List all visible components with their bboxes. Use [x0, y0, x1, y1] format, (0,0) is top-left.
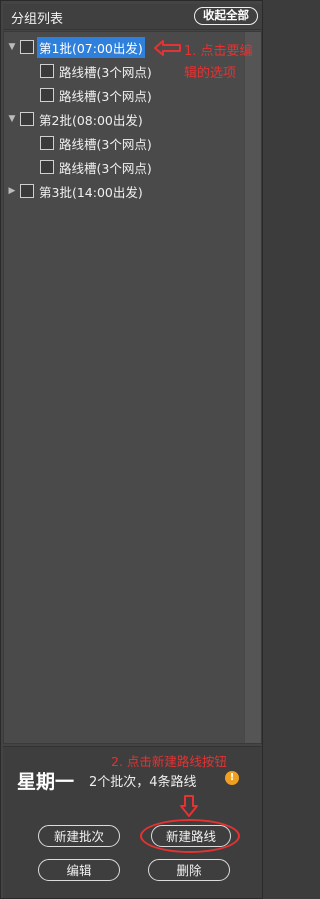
expand-toggle-icon[interactable]: ▶	[7, 186, 17, 196]
expand-toggle-icon[interactable]: ▼	[7, 114, 17, 124]
annotation-down-arrow-icon	[180, 795, 198, 817]
weekday-title: 星期一	[17, 771, 75, 793]
route-label[interactable]: 路线槽(3个网点)	[57, 157, 154, 178]
batch1-label[interactable]: 第1批(07:00出发)	[37, 36, 145, 58]
tree-node-batch2-route1[interactable]: 路线槽(3个网点)	[40, 132, 154, 154]
annotation-left-arrow-icon	[154, 40, 181, 56]
route-checkbox[interactable]	[40, 64, 54, 78]
day-summary-panel: 2. 点击新建路线按钮 星期一 2个批次，4条路线 ! 新建批次 新建路线 编辑…	[3, 746, 262, 898]
expand-toggle-icon[interactable]: ▼	[7, 42, 17, 52]
batch2-checkbox[interactable]	[20, 112, 34, 126]
info-icon[interactable]: !	[225, 771, 239, 785]
panel-title: 分组列表	[11, 12, 64, 27]
route-checkbox[interactable]	[40, 160, 54, 174]
tree-node-batch2[interactable]: ▼ 第2批(08:00出发)	[7, 108, 145, 130]
new-route-button[interactable]: 新建路线	[151, 825, 231, 847]
annotation-step1: 1. 点击要编辑的选项	[184, 44, 253, 81]
tree-node-batch1-route1[interactable]: 路线槽(3个网点)	[40, 60, 154, 82]
batch2-label[interactable]: 第2批(08:00出发)	[37, 109, 145, 130]
tree-node-batch1[interactable]: ▼ 第1批(07:00出发)	[7, 36, 145, 58]
route-label[interactable]: 路线槽(3个网点)	[57, 61, 154, 82]
route-label[interactable]: 路线槽(3个网点)	[57, 133, 154, 154]
collapse-all-button[interactable]: 收起全部	[194, 7, 258, 25]
delete-button[interactable]: 删除	[148, 859, 230, 881]
tree-node-batch1-route2[interactable]: 路线槽(3个网点)	[40, 84, 154, 106]
group-tree: ▼ 第1批(07:00出发) 路线槽(3个网点) 路线槽(3个网点) ▼ 第2批…	[3, 31, 262, 744]
edit-button[interactable]: 编辑	[38, 859, 120, 881]
batch1-checkbox[interactable]	[20, 40, 34, 54]
route-label[interactable]: 路线槽(3个网点)	[57, 85, 154, 106]
annotation-step2: 2. 点击新建路线按钮	[111, 754, 227, 769]
batch3-label[interactable]: 第3批(14:00出发)	[37, 181, 145, 202]
route-checkbox[interactable]	[40, 88, 54, 102]
tree-node-batch3[interactable]: ▶ 第3批(14:00出发)	[7, 180, 145, 202]
route-checkbox[interactable]	[40, 136, 54, 150]
batch3-checkbox[interactable]	[20, 184, 34, 198]
new-batch-button[interactable]: 新建批次	[38, 825, 120, 847]
tree-node-batch2-route2[interactable]: 路线槽(3个网点)	[40, 156, 154, 178]
panel-header: 分组列表 收起全部	[3, 4, 262, 30]
batch-route-summary: 2个批次，4条路线	[89, 775, 197, 790]
tree-scrollbar[interactable]	[244, 32, 261, 743]
group-list-panel: 分组列表 收起全部 ▼ 第1批(07:00出发) 路线槽(3个网点) 路线槽(3…	[0, 0, 263, 899]
